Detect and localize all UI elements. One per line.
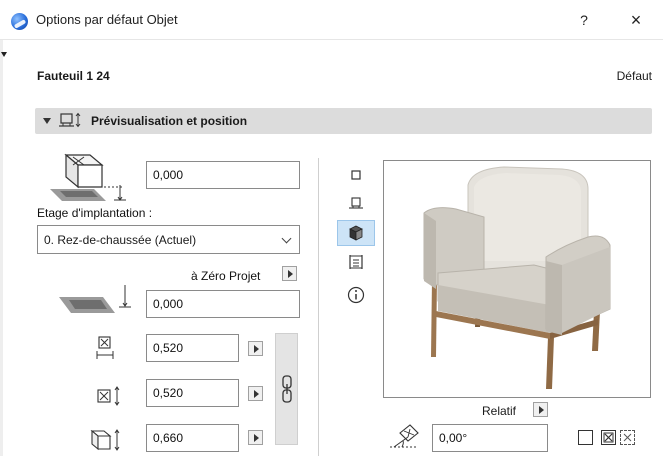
left-edge-strip: [0, 40, 3, 456]
section-view-button[interactable]: [337, 191, 375, 217]
help-button[interactable]: ?: [574, 10, 594, 30]
info-view-button[interactable]: [337, 282, 375, 308]
floor-plan-view-button[interactable]: [337, 162, 375, 188]
vertical-divider: [318, 158, 319, 456]
section-elevation-icon: [349, 197, 363, 209]
object-name: Fauteuil 1 24: [37, 69, 110, 83]
square-icon: [351, 170, 361, 180]
elevation-to-project-zero-icon: [59, 285, 131, 313]
window-title: Options par défaut Objet: [36, 12, 178, 27]
section-title: Prévisualisation et position: [91, 114, 248, 128]
cube-icon: [349, 225, 363, 241]
close-button[interactable]: ×: [625, 10, 647, 30]
zero-projet-field[interactable]: 0,000: [146, 290, 300, 318]
preview-position-icon: [59, 112, 81, 128]
collapse-arrow-icon[interactable]: [1, 52, 7, 57]
dashed-x-icon: [623, 433, 632, 442]
keep-proportions-button[interactable]: [275, 333, 298, 445]
height-field[interactable]: 0,660: [146, 424, 239, 452]
height-arrow-button[interactable]: [248, 430, 263, 445]
x-mark-icon: [603, 432, 614, 443]
width-field[interactable]: 0,520: [146, 334, 239, 362]
chevron-down-icon: [281, 233, 292, 244]
story-label: Etage d'implantation :: [37, 206, 153, 220]
width-arrow-button[interactable]: [248, 341, 263, 356]
3d-view-button[interactable]: [337, 220, 375, 246]
archicad-app-icon: [11, 13, 28, 30]
relatif-label: Relatif: [482, 404, 517, 418]
depth-arrow-button[interactable]: [248, 386, 263, 401]
relatif-arrow-button[interactable]: [533, 402, 548, 417]
story-dropdown-value: 0. Rez-de-chaussée (Actuel): [44, 233, 197, 247]
width-icon: [96, 336, 114, 359]
story-dropdown[interactable]: 0. Rez-de-chaussée (Actuel): [37, 225, 300, 254]
height-icon: [90, 429, 120, 451]
elevation-field[interactable]: 0,000: [146, 161, 300, 189]
title-bar: Options par défaut Objet ? ×: [0, 0, 663, 40]
armchair-preview-image: [423, 166, 611, 389]
default-label: Défaut: [616, 69, 652, 83]
list-settings-icon: [349, 255, 363, 269]
zero-projet-arrow-button[interactable]: [282, 266, 297, 281]
depth-field[interactable]: 0,520: [146, 379, 239, 407]
list-view-button[interactable]: [337, 249, 375, 275]
elevation-to-story-icon: [50, 153, 126, 201]
zero-projet-label: à Zéro Projet: [191, 269, 261, 283]
rotation-angle-icon: [390, 424, 419, 448]
mirror-x-checkbox[interactable]: [601, 430, 616, 445]
chain-link-icon: [282, 375, 292, 403]
object-3d-preview[interactable]: [383, 160, 651, 398]
mirror-checkbox[interactable]: [578, 430, 593, 445]
mirror-dashed-checkbox[interactable]: [620, 430, 635, 445]
angle-field[interactable]: 0,00°: [432, 424, 548, 452]
section-expand-icon[interactable]: [43, 118, 51, 124]
section-header-preview-position[interactable]: Prévisualisation et position: [35, 108, 652, 134]
depth-icon: [97, 386, 120, 406]
info-icon: [347, 286, 365, 304]
